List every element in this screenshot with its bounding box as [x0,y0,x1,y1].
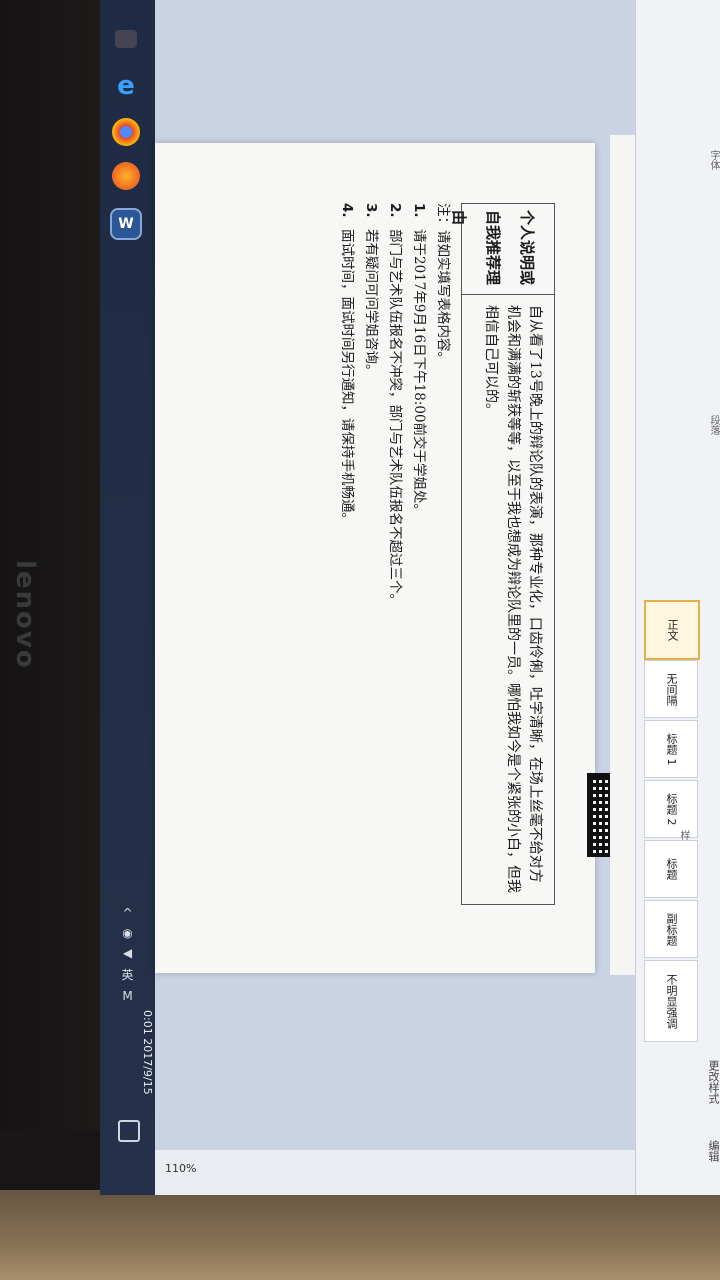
style-title[interactable]: 标题 [644,840,698,898]
table-label: 个人说明或自我推荐理由 [450,204,554,295]
screen: e W ^ ◉ ◀ 英 M 0:01 2017/9/15 个人说明或自我推荐理由… [100,0,720,1195]
style-no-spacing[interactable]: 无间隔 [644,660,698,718]
list-item: 1.请于2017年9月16日下午18:00前交于学姐处。 [411,203,427,518]
recommendation-table: 个人说明或自我推荐理由 自从看了13号晚上的辩论队的表演，那种专业化，口齿伶俐，… [450,203,555,905]
style-heading-1[interactable]: 标题 1 [644,720,698,778]
ime-indicator[interactable]: M [100,989,155,1003]
edge-icon[interactable]: e [112,71,140,101]
style-normal[interactable]: 正文 [644,600,700,660]
style-subtitle[interactable]: 副标题 [644,900,698,958]
change-styles-button[interactable]: 更改样式 [636,1060,720,1104]
clock-time: 0:01 [141,1010,154,1035]
notes-header: 注：请如实填写表格内容。 [435,203,451,365]
ribbon: 字体 段落 正文 无间隔 标题 1 标题 2 样式 标题 副标题 不明显强调 更… [635,0,720,1195]
list-item: 4.面试时间，面试时间另行通知，请保持手机畅通。 [339,203,355,526]
status-bar: 110% [155,1150,635,1195]
document-canvas: 个人说明或自我推荐理由 自从看了13号晚上的辩论队的表演，那种专业化，口齿伶俐，… [155,0,680,1195]
edit-group-label: 编辑 [707,1140,720,1162]
font-group-label: 字体 [708,150,719,170]
chevron-up-icon[interactable]: ^ [100,906,155,920]
notification-icon[interactable] [118,1120,140,1142]
zoom-level[interactable]: 110% [165,1162,196,1175]
paragraph-group-label: 段落 [708,415,719,435]
app-icon[interactable] [115,30,137,48]
brand-logo: lenovo [10,560,40,670]
network-icon[interactable]: ◉ [100,926,155,940]
taskbar: e W ^ ◉ ◀ 英 M 0:01 2017/9/15 [100,0,155,1195]
clock[interactable]: 0:01 2017/9/15 [106,1010,154,1095]
language-indicator[interactable]: 英 [100,966,155,983]
firefox-icon[interactable] [112,162,140,190]
clock-date: 2017/9/15 [141,1038,154,1095]
system-tray: ^ ◉ ◀ 英 M [100,900,155,1009]
word-icon[interactable]: W [110,208,142,240]
notes-list: 注：请如实填写表格内容。 1.请于2017年9月16日下午18:00前交于学姐处… [335,203,455,923]
volume-icon[interactable]: ◀ [100,946,155,960]
page-content: 个人说明或自我推荐理由 自从看了13号晚上的辩论队的表演，那种专业化，口齿伶俐，… [175,203,667,963]
chrome-icon[interactable] [112,118,140,146]
table-text[interactable]: 自从看了13号晚上的辩论队的表演，那种专业化，口齿伶俐，吐字清晰，在场上丝毫不给… [462,295,554,904]
style-subtle-emphasis[interactable]: 不明显强调 [644,960,698,1042]
list-item: 2.部门与艺术队伍报名不冲突，部门与艺术队伍报名不超过三个。 [387,203,403,607]
list-item: 3.若有疑问可问学姐咨询。 [363,203,379,378]
document-page[interactable]: 个人说明或自我推荐理由 自从看了13号晚上的辩论队的表演，那种专业化，口齿伶俐，… [155,143,667,973]
